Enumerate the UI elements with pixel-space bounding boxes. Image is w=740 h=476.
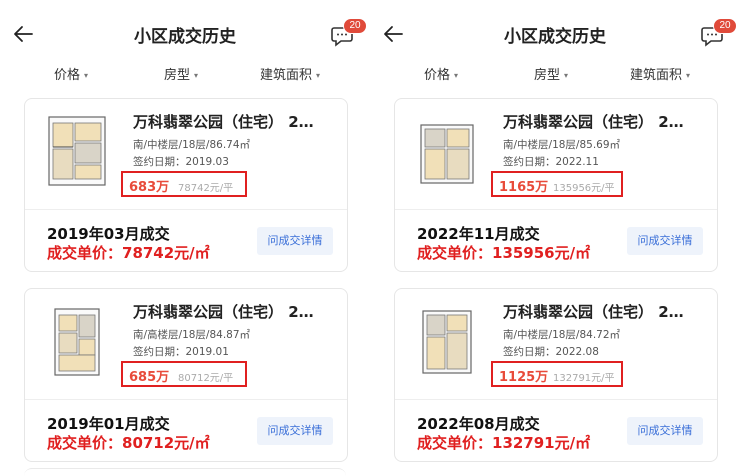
filter-label: 房型 (534, 68, 561, 83)
caret-down-icon: ▾ (686, 71, 691, 80)
listing-info: 南/高楼层/18层/84.87㎡ (133, 329, 251, 341)
filter-layout[interactable]: 房型 ▾ (534, 64, 568, 83)
price-highlight: 1165万 135956元/平 (491, 171, 623, 197)
listing-title: 万科翡翠公园（住宅） 2… (133, 113, 314, 131)
filter-price[interactable]: 价格 ▾ (54, 64, 88, 83)
deal-unit-price: 成交单价：80712元/㎡ (47, 434, 210, 452)
divider (25, 399, 347, 400)
deal-unit-price: 成交单价：78742元/㎡ (47, 244, 210, 262)
unit-price: 135956元/平 (553, 183, 615, 194)
unit-price: 80712元/平 (178, 373, 234, 384)
phone-screen-right: 小区成交历史 20 价格 ▾ 房型 ▾ 建筑面积 ▾ 万科翡翠公园（住宅） 2… 南/… (370, 0, 740, 476)
transaction-card[interactable]: 万科翡翠公园（住宅） 2… 南/中楼层/18层/85.69㎡ 签约日期：2022… (394, 98, 718, 272)
filter-area[interactable]: 建筑面积 ▾ (630, 64, 690, 83)
deal-date: 2022年08月成交 (417, 415, 540, 433)
sign-date: 签约日期：2019.01 (133, 346, 229, 358)
next-card-edge (24, 468, 346, 476)
filter-label: 建筑面积 (260, 68, 313, 83)
total-price: 1125万 (499, 370, 549, 385)
ask-deal-details-button[interactable]: 问成交详情 (627, 227, 703, 255)
ask-deal-details-button[interactable]: 问成交详情 (257, 227, 333, 255)
divider (395, 399, 717, 400)
transaction-card[interactable]: 万科翡翠公园（住宅） 2… 南/高楼层/18层/84.87㎡ 签约日期：2019… (24, 288, 348, 462)
floor-plan-icon (422, 310, 472, 374)
caret-down-icon: ▾ (194, 71, 199, 80)
price-highlight: 1125万 132791元/平 (491, 361, 623, 387)
floor-plan-icon (420, 124, 474, 184)
listing-title: 万科翡翠公园（住宅） 2… (503, 113, 684, 131)
caret-down-icon: ▾ (316, 71, 321, 80)
filter-price[interactable]: 价格 ▾ (424, 64, 458, 83)
floor-plan-icon (48, 116, 106, 186)
deal-date: 2022年11月成交 (417, 225, 540, 243)
price-highlight: 685万 80712元/平 (121, 361, 247, 387)
filter-bar: 价格 ▾ 房型 ▾ 建筑面积 ▾ (0, 64, 370, 84)
caret-down-icon: ▾ (564, 71, 569, 80)
app-header: 小区成交历史 20 (0, 0, 370, 62)
price-highlight: 683万 78742元/平 (121, 171, 247, 197)
phone-screen-left: 小区成交历史 20 价格 ▾ 房型 ▾ 建筑面积 ▾ 万科翡翠公园（住宅） 2… 南/… (0, 0, 370, 476)
sign-date: 签约日期：2019.03 (133, 156, 229, 168)
caret-down-icon: ▾ (84, 71, 89, 80)
deal-unit-price: 成交单价：135956元/㎡ (417, 244, 591, 262)
total-price: 685万 (129, 370, 170, 385)
total-price: 683万 (129, 180, 170, 195)
listing-title: 万科翡翠公园（住宅） 2… (503, 303, 684, 321)
filter-label: 价格 (54, 68, 81, 83)
floor-plan-icon (54, 308, 100, 376)
listing-info: 南/中楼层/18层/86.74㎡ (133, 139, 251, 151)
deal-date: 2019年03月成交 (47, 225, 170, 243)
listing-title: 万科翡翠公园（住宅） 2… (133, 303, 314, 321)
listing-info: 南/中楼层/18层/85.69㎡ (503, 139, 621, 151)
divider (395, 209, 717, 210)
filter-label: 房型 (164, 68, 191, 83)
unit-price: 132791元/平 (553, 373, 615, 384)
filter-label: 建筑面积 (630, 68, 683, 83)
deal-date: 2019年01月成交 (47, 415, 170, 433)
filter-label: 价格 (424, 68, 451, 83)
transaction-card[interactable]: 万科翡翠公园（住宅） 2… 南/中楼层/18层/86.74㎡ 签约日期：2019… (24, 98, 348, 272)
page-title: 小区成交历史 (504, 27, 606, 47)
ask-deal-details-button[interactable]: 问成交详情 (257, 417, 333, 445)
sign-date: 签约日期：2022.08 (503, 346, 599, 358)
divider (25, 209, 347, 210)
unit-price: 78742元/平 (178, 183, 234, 194)
caret-down-icon: ▾ (454, 71, 459, 80)
listing-info: 南/中楼层/18层/84.72㎡ (503, 329, 621, 341)
ask-deal-details-button[interactable]: 问成交详情 (627, 417, 703, 445)
filter-area[interactable]: 建筑面积 ▾ (260, 64, 320, 83)
total-price: 1165万 (499, 180, 549, 195)
transaction-card[interactable]: 万科翡翠公园（住宅） 2… 南/中楼层/18层/84.72㎡ 签约日期：2022… (394, 288, 718, 462)
app-header: 小区成交历史 20 (370, 0, 740, 62)
sign-date: 签约日期：2022.11 (503, 156, 599, 168)
filter-bar: 价格 ▾ 房型 ▾ 建筑面积 ▾ (370, 64, 740, 84)
deal-unit-price: 成交单价：132791元/㎡ (417, 434, 591, 452)
filter-layout[interactable]: 房型 ▾ (164, 64, 198, 83)
page-title: 小区成交历史 (134, 27, 236, 47)
notification-badge: 20 (713, 18, 737, 34)
notification-badge: 20 (343, 18, 367, 34)
